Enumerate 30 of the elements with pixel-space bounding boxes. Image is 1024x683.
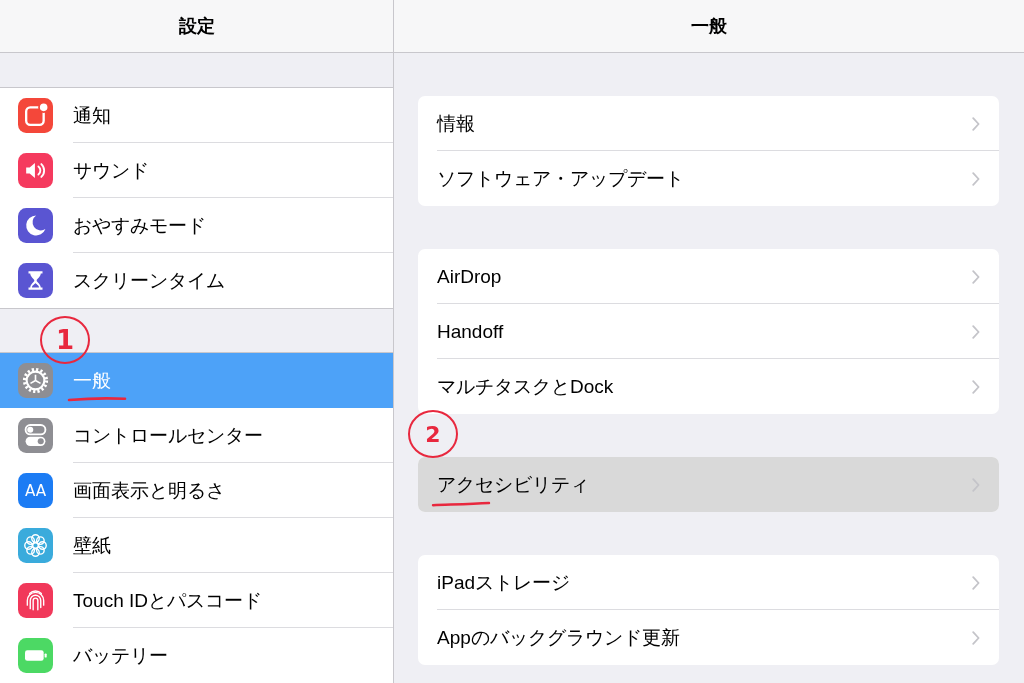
- chevron-icon: [972, 171, 980, 186]
- sidebar-item[interactable]: コントロールセンター: [0, 408, 393, 463]
- sidebar-item[interactable]: 通知: [0, 88, 393, 143]
- sidebar-item[interactable]: サウンド: [0, 143, 393, 198]
- settings-row[interactable]: 情報: [418, 96, 999, 151]
- underline-icon: [431, 500, 491, 507]
- sidebar-item[interactable]: 壁紙: [0, 518, 393, 573]
- chevron-icon: [972, 324, 980, 339]
- sidebar-item[interactable]: おやすみモード: [0, 198, 393, 253]
- step-number: 1: [40, 316, 90, 364]
- chevron-icon: [972, 630, 980, 645]
- settings-row[interactable]: アクセシビリティ: [418, 457, 999, 512]
- chevron-icon: [972, 269, 980, 284]
- sidebar-item[interactable]: スクリーンタイム: [0, 253, 393, 308]
- nav-title: 一般: [691, 15, 727, 38]
- step-number: 2: [408, 410, 458, 458]
- settings-row[interactable]: Handoff: [418, 304, 999, 359]
- chevron-icon: [972, 116, 980, 131]
- settings-row[interactable]: iPadストレージ: [418, 555, 999, 610]
- text-size-icon: AA: [18, 473, 53, 508]
- nav-title: 設定: [178, 15, 215, 38]
- underline-icon: [67, 395, 127, 402]
- settings-row[interactable]: ソフトウェア・アップデート: [418, 151, 999, 206]
- settings-row[interactable]: AirDrop: [418, 249, 999, 304]
- sidebar-item[interactable]: バッテリー: [0, 628, 393, 683]
- chevron-icon: [972, 379, 980, 394]
- chevron-icon: [972, 575, 980, 590]
- sidebar-item[interactable]: Touch IDとパスコード: [0, 573, 393, 628]
- settings-row[interactable]: Appのバックグラウンド更新: [418, 610, 999, 665]
- sidebar-item[interactable]: AA 画面表示と明るさ: [0, 463, 393, 518]
